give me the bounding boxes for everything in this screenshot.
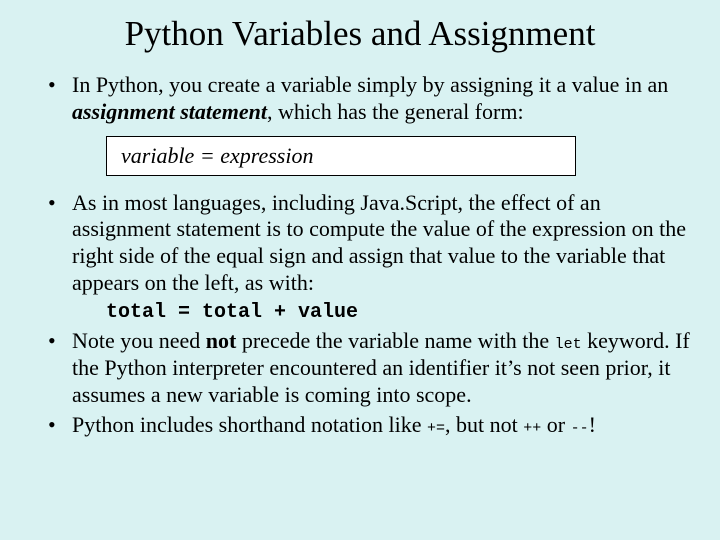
- bullet-1-emph: assignment statement: [72, 99, 267, 124]
- code-example: total = total + value: [106, 301, 690, 324]
- bullet-list-2: As in most languages, including Java.Scr…: [30, 190, 690, 297]
- bullet-2: As in most languages, including Java.Scr…: [30, 190, 690, 297]
- bullet-3-bold: not: [206, 328, 237, 353]
- slide-title: Python Variables and Assignment: [30, 14, 690, 54]
- op-minus-minus: --: [571, 420, 589, 437]
- bullet-2-text: As in most languages, including Java.Scr…: [72, 190, 686, 295]
- op-plus-equals: +=: [427, 420, 445, 437]
- bullet-1: In Python, you create a variable simply …: [30, 72, 690, 126]
- syntax-box: variable = expression: [106, 136, 576, 176]
- bullet-3: Note you need not precede the variable n…: [30, 328, 690, 408]
- syntax-expression: expression: [220, 143, 313, 168]
- bullet-list: In Python, you create a variable simply …: [30, 72, 690, 126]
- bullet-4-text-c: or: [541, 412, 570, 437]
- bullet-4-text-b: , but not: [445, 412, 523, 437]
- bullet-1-text-b: , which has the general form:: [267, 99, 524, 124]
- let-keyword: let: [555, 336, 582, 353]
- bullet-3-text-a: Note you need: [72, 328, 206, 353]
- bullet-1-text-a: In Python, you create a variable simply …: [72, 72, 668, 97]
- bullet-4-text-a: Python includes shorthand notation like: [72, 412, 427, 437]
- bullet-4-text-d: !: [589, 412, 596, 437]
- bullet-list-3: Note you need not precede the variable n…: [30, 328, 690, 439]
- syntax-variable: variable: [121, 143, 194, 168]
- bullet-3-text-b: precede the variable name with the: [236, 328, 554, 353]
- syntax-equals: =: [194, 143, 220, 168]
- slide: Python Variables and Assignment In Pytho…: [0, 0, 720, 540]
- op-plus-plus: ++: [523, 420, 541, 437]
- bullet-4: Python includes shorthand notation like …: [30, 412, 690, 439]
